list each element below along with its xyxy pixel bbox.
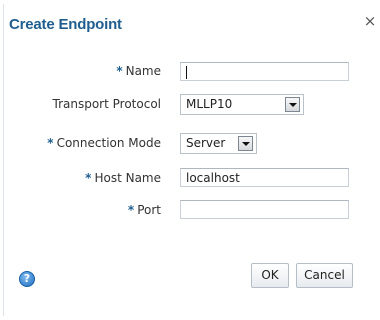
connection-mode-label: * Connection Mode [47,136,161,150]
ok-button[interactable]: OK [251,263,289,288]
cancel-button[interactable]: Cancel [296,263,353,288]
transport-protocol-label: Transport Protocol [52,97,161,111]
text-cursor [186,65,187,79]
connection-mode-label-text: Connection Mode [56,136,161,150]
transport-protocol-value: MLLP10 [186,97,233,111]
host-name-label-text: Host Name [94,171,161,185]
name-field[interactable] [180,62,349,81]
transport-protocol-select[interactable]: MLLP10 [180,94,304,115]
host-name-label: * Host Name [85,171,161,185]
name-label: * Name [116,64,161,78]
chevron-down-icon[interactable] [238,136,253,151]
host-name-value: localhost [186,171,240,185]
close-icon[interactable]: × [363,14,377,29]
host-name-field[interactable]: localhost [180,168,349,187]
required-marker: * [127,203,135,217]
dialog-title: Create Endpoint [9,16,122,33]
required-marker: * [85,171,92,185]
port-label: * Port [128,203,161,217]
required-marker: * [47,136,54,150]
help-icon[interactable]: ? [19,271,35,287]
port-label-text: Port [137,203,161,217]
create-endpoint-dialog: Create Endpoint × * Name Transport Protoc… [0,0,380,320]
connection-mode-select[interactable]: Server [180,133,257,154]
dialog-edge [3,4,4,316]
port-field[interactable] [180,200,349,219]
connection-mode-value: Server [186,136,226,150]
required-marker: * [116,64,123,78]
chevron-down-icon[interactable] [285,97,300,112]
name-label-text: Name [125,64,161,78]
